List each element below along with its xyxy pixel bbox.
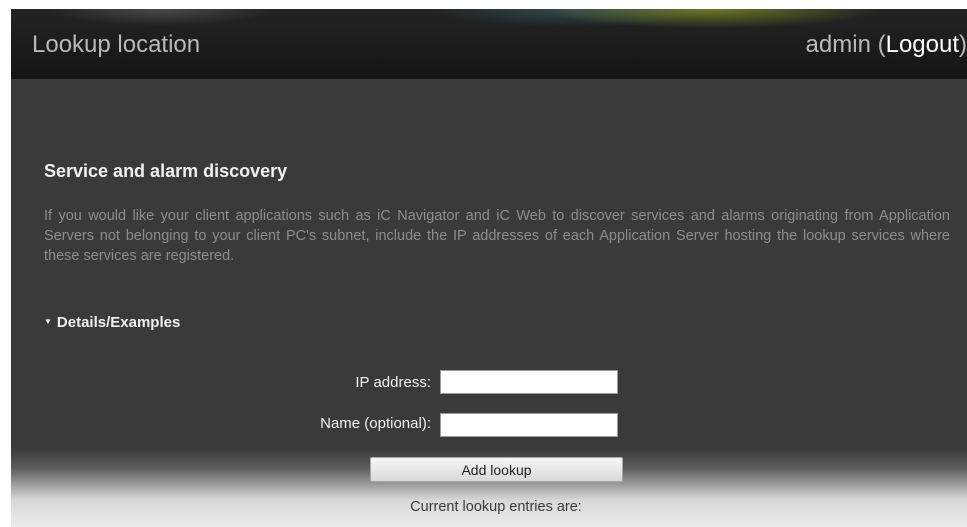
page-title: Lookup location <box>32 31 201 58</box>
app-frame: Lookup location admin (Logout) Service a… <box>11 9 967 527</box>
details-label: Details/Examples <box>56 314 181 331</box>
name-label: Name (optional): <box>320 415 431 432</box>
user-area: admin (Logout) <box>806 31 967 59</box>
details-toggle[interactable]: ▼ Details/Examples <box>44 314 180 331</box>
triangle-down-icon: ▼ <box>44 317 52 326</box>
name-input[interactable] <box>440 413 618 437</box>
ip-address-input[interactable] <box>440 370 618 394</box>
username: admin <box>805 31 871 58</box>
add-lookup-button[interactable]: Add lookup <box>370 457 623 482</box>
section-description: If you would like your client applicatio… <box>44 208 950 264</box>
logout-link[interactable]: Logout <box>886 31 959 58</box>
entries-label: Current lookup entries are: <box>410 499 582 515</box>
logout-paren-open: ( <box>870 31 886 58</box>
header-bar: Lookup location admin (Logout) <box>11 9 967 79</box>
logout-paren-close: ) <box>959 31 967 58</box>
section-title: Service and alarm discovery <box>44 161 288 181</box>
ip-address-label: IP address: <box>355 374 431 391</box>
